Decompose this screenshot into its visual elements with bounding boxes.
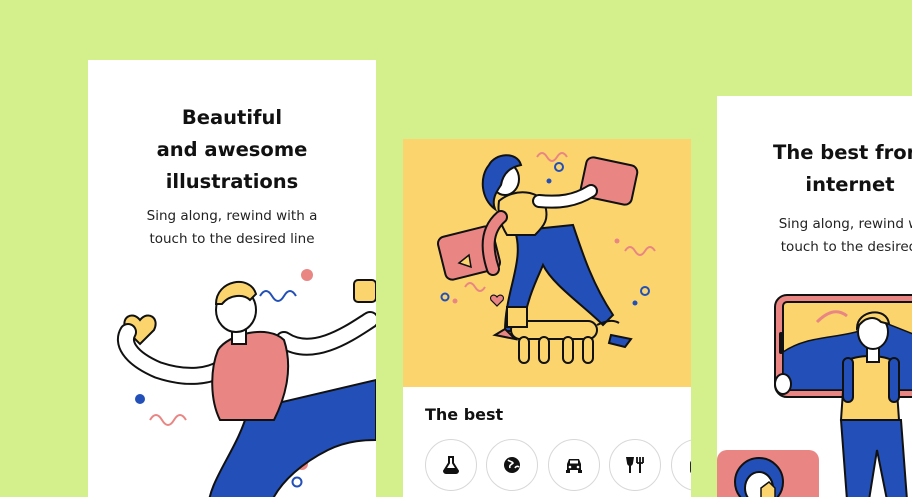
category-flask-button[interactable] bbox=[425, 439, 477, 491]
card-subtitle: Sing along, rewind with a touch to the d… bbox=[146, 208, 318, 247]
globe-icon bbox=[504, 457, 520, 473]
categories-card: The best bbox=[403, 139, 691, 497]
card-subtitle: Sing along, rewind w touch to the desire… bbox=[778, 216, 912, 255]
car-icon bbox=[566, 459, 582, 473]
category-food-button[interactable] bbox=[609, 439, 661, 491]
fork-knife-icon bbox=[626, 457, 644, 473]
category-jar-button[interactable] bbox=[671, 439, 691, 491]
card-title: Beautiful and awesome illustrations bbox=[156, 106, 308, 193]
category-globe-button[interactable] bbox=[486, 439, 538, 491]
onboarding-card-3: The best from internet Sing along, rewin… bbox=[717, 96, 912, 497]
traveler-phone-illustration bbox=[717, 294, 912, 497]
category-car-button[interactable] bbox=[548, 439, 600, 491]
section-heading: The best bbox=[425, 405, 504, 424]
jar-icon bbox=[690, 460, 691, 474]
person-holding-heart-illustration bbox=[116, 269, 376, 497]
woman-with-robot-dog-illustration bbox=[436, 152, 656, 364]
onboarding-card-1: Beautiful and awesome illustrations Sing… bbox=[88, 60, 376, 497]
flask-icon bbox=[442, 456, 460, 474]
card-title: The best from internet bbox=[773, 141, 912, 196]
illustration-panel bbox=[403, 139, 691, 387]
